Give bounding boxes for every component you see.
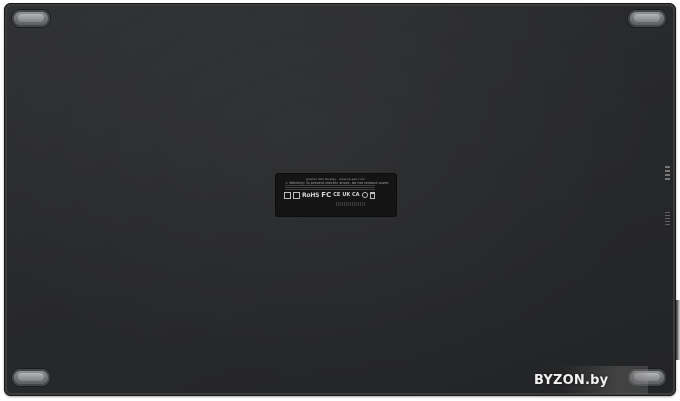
store-watermark: BYZON.by <box>526 366 649 394</box>
recycle-icon <box>361 192 368 198</box>
side-edge-highlight <box>676 300 680 360</box>
ukca-mark: UK CA <box>342 192 360 198</box>
watermark-text: BYZON.by <box>534 372 609 388</box>
indoor-use-icon <box>293 191 300 199</box>
weee-bin-icon <box>369 191 375 199</box>
rubber-foot-top-left <box>12 10 50 27</box>
certification-marks: RoHS FC CE UK CA <box>284 191 375 199</box>
usb-port-icon <box>665 212 670 225</box>
rubber-foot-bottom-left <box>12 369 50 386</box>
double-insulation-icon <box>284 191 291 199</box>
label-fine-print <box>285 185 375 190</box>
ce-mark: CE <box>333 192 341 198</box>
product-photo: Graphic Pen Display · www.xp-pen.com ⚠ W… <box>0 0 680 401</box>
fcc-mark: FC <box>321 191 332 199</box>
port-indicator-icon <box>665 166 670 182</box>
label-barcode <box>336 202 366 206</box>
product-label-sticker: Graphic Pen Display · www.xp-pen.com ⚠ W… <box>276 174 396 216</box>
rubber-foot-top-right <box>628 10 666 27</box>
rohs-mark: RoHS <box>302 191 320 199</box>
